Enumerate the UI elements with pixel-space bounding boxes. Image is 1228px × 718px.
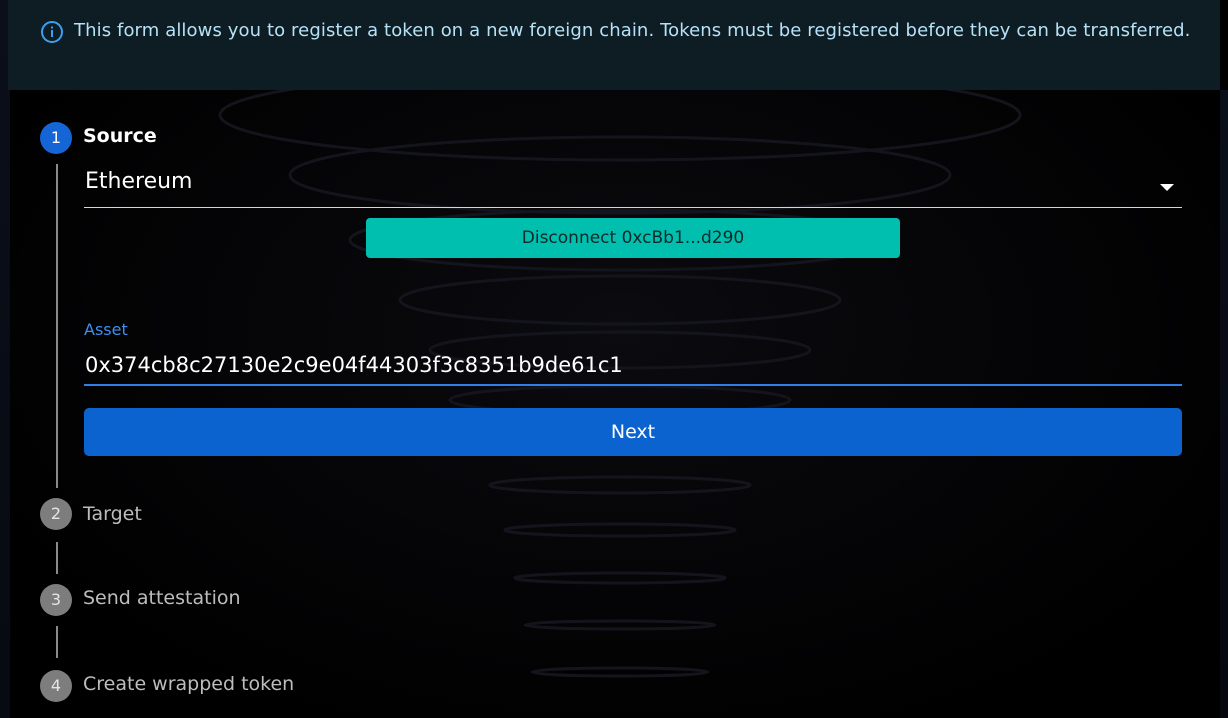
step-3-circle: 3 <box>40 584 72 616</box>
asset-input[interactable] <box>84 346 1182 386</box>
source-chain-value: Ethereum <box>85 169 193 194</box>
page: This form allows you to register a token… <box>0 0 1228 718</box>
dropdown-arrow-icon <box>1160 184 1174 191</box>
step-1-label: Source <box>83 125 157 147</box>
info-alert: This form allows you to register a token… <box>8 0 1220 90</box>
step-2-circle: 2 <box>40 498 72 530</box>
step-connector-1 <box>56 164 58 488</box>
step-connector-2 <box>56 542 58 574</box>
step-1-circle: 1 <box>40 122 72 154</box>
step-connector-3 <box>56 626 58 658</box>
step-3-label: Send attestation <box>83 587 241 609</box>
info-icon <box>41 21 63 43</box>
left-edge-decoration <box>0 0 10 718</box>
step-4-circle: 4 <box>40 670 72 702</box>
alert-message: This form allows you to register a token… <box>74 20 1191 41</box>
asset-label: Asset <box>84 320 128 339</box>
right-edge-decoration <box>1220 90 1228 718</box>
step-2-label: Target <box>83 503 142 525</box>
next-button[interactable]: Next <box>84 408 1182 456</box>
disconnect-wallet-button[interactable]: Disconnect 0xcBb1...d290 <box>366 218 900 258</box>
source-chain-select[interactable]: Ethereum <box>84 160 1182 208</box>
step-4-label: Create wrapped token <box>83 673 295 695</box>
